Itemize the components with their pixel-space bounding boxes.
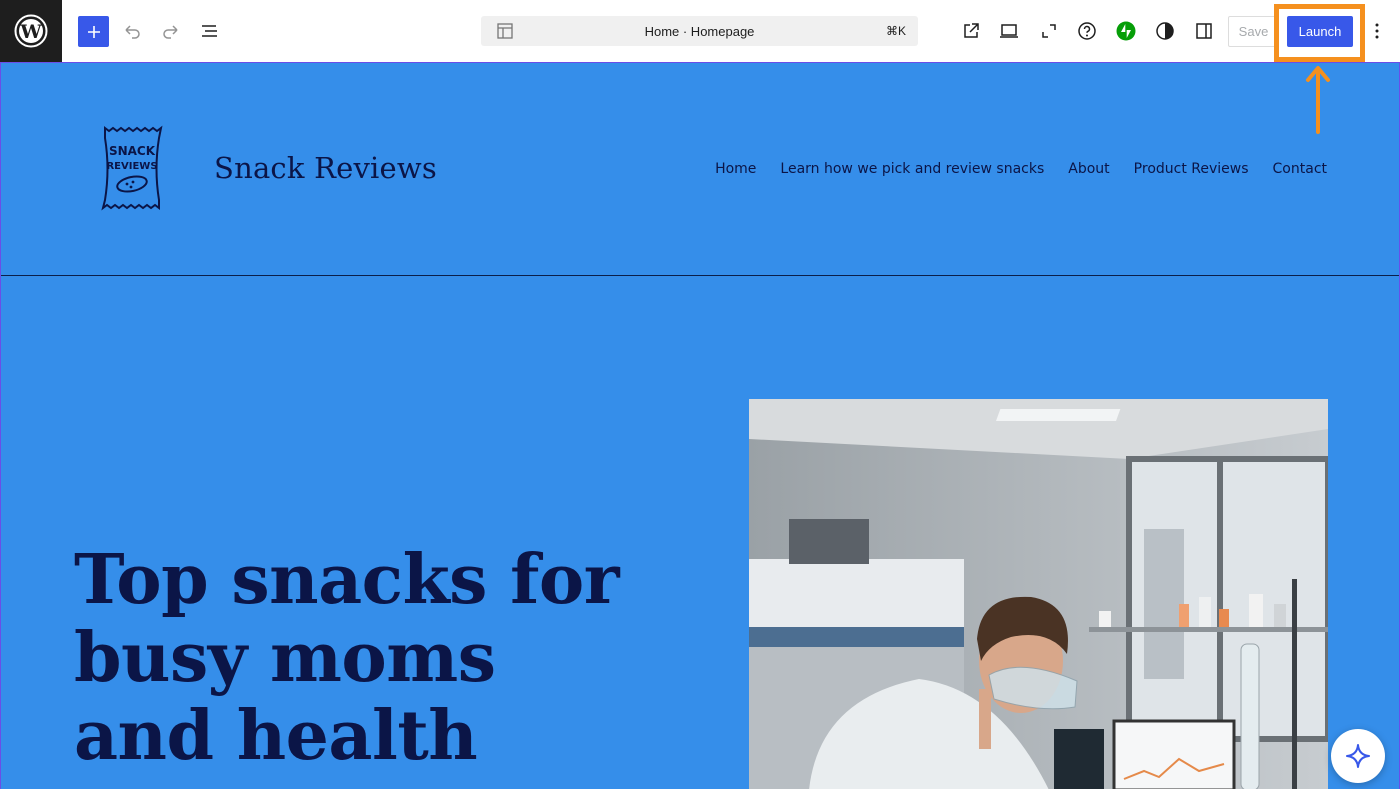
- contrast-icon: [1156, 22, 1174, 40]
- list-view-icon: [202, 25, 217, 37]
- arrow-up-annotation: [1306, 66, 1330, 134]
- svg-text:REVIEWS: REVIEWS: [106, 161, 157, 172]
- list-view-button[interactable]: [199, 20, 221, 42]
- jetpack-button[interactable]: [1115, 20, 1137, 42]
- command-palette-bar[interactable]: Home · Homepage ⌘K: [481, 16, 918, 46]
- site-navigation: Home Learn how we pick and review snacks…: [715, 161, 1327, 177]
- svg-text:SNACK: SNACK: [109, 144, 156, 158]
- sparkle-icon: [1346, 744, 1370, 768]
- help-button[interactable]: [1076, 20, 1098, 42]
- wordpress-logo-icon[interactable]: W: [0, 0, 62, 62]
- external-link-icon: [964, 23, 979, 38]
- nav-contact[interactable]: Contact: [1273, 161, 1327, 177]
- nav-learn-how[interactable]: Learn how we pick and review snacks: [780, 161, 1044, 177]
- undo-icon: [125, 25, 140, 39]
- undo-button[interactable]: [121, 20, 143, 42]
- sidebar-icon: [1196, 23, 1212, 39]
- view-site-button[interactable]: [960, 20, 982, 42]
- hero-heading[interactable]: Top snacks for busy moms and health: [74, 541, 634, 775]
- snack-bag-logo[interactable]: SNACK REVIEWS: [101, 124, 163, 214]
- editor-toolbar: W Home · Homepage ⌘K Save Launch: [0, 0, 1400, 62]
- ai-assistant-button[interactable]: [1331, 729, 1385, 783]
- launch-button[interactable]: Launch: [1287, 16, 1353, 47]
- plus-icon: [87, 25, 100, 38]
- site-title[interactable]: Snack Reviews: [214, 151, 437, 185]
- hero-image[interactable]: [749, 399, 1328, 789]
- jetpack-icon: [1116, 21, 1136, 41]
- more-options-button[interactable]: [1368, 20, 1386, 42]
- more-options-icon: [1375, 23, 1379, 39]
- svg-text:W: W: [19, 21, 42, 43]
- desktop-preview-icon: [1000, 24, 1018, 38]
- fullscreen-icon: [1042, 24, 1056, 38]
- nav-about[interactable]: About: [1068, 161, 1109, 177]
- save-button[interactable]: Save: [1228, 16, 1279, 47]
- settings-sidebar-button[interactable]: [1193, 20, 1215, 42]
- redo-icon: [163, 25, 178, 39]
- command-shortcut: ⌘K: [885, 24, 906, 38]
- document-title: Home · Homepage: [644, 24, 755, 39]
- redo-button[interactable]: [160, 20, 182, 42]
- help-icon: [1078, 22, 1096, 40]
- fullscreen-button[interactable]: [1038, 20, 1060, 42]
- device-preview-button[interactable]: [998, 20, 1020, 42]
- nav-product-reviews[interactable]: Product Reviews: [1134, 161, 1249, 177]
- add-block-button[interactable]: [78, 16, 109, 47]
- styles-button[interactable]: [1154, 20, 1176, 42]
- site-header: SNACK REVIEWS Snack Reviews Home Learn h…: [1, 63, 1399, 276]
- editor-canvas[interactable]: SNACK REVIEWS Snack Reviews Home Learn h…: [0, 62, 1400, 789]
- nav-home[interactable]: Home: [715, 161, 756, 177]
